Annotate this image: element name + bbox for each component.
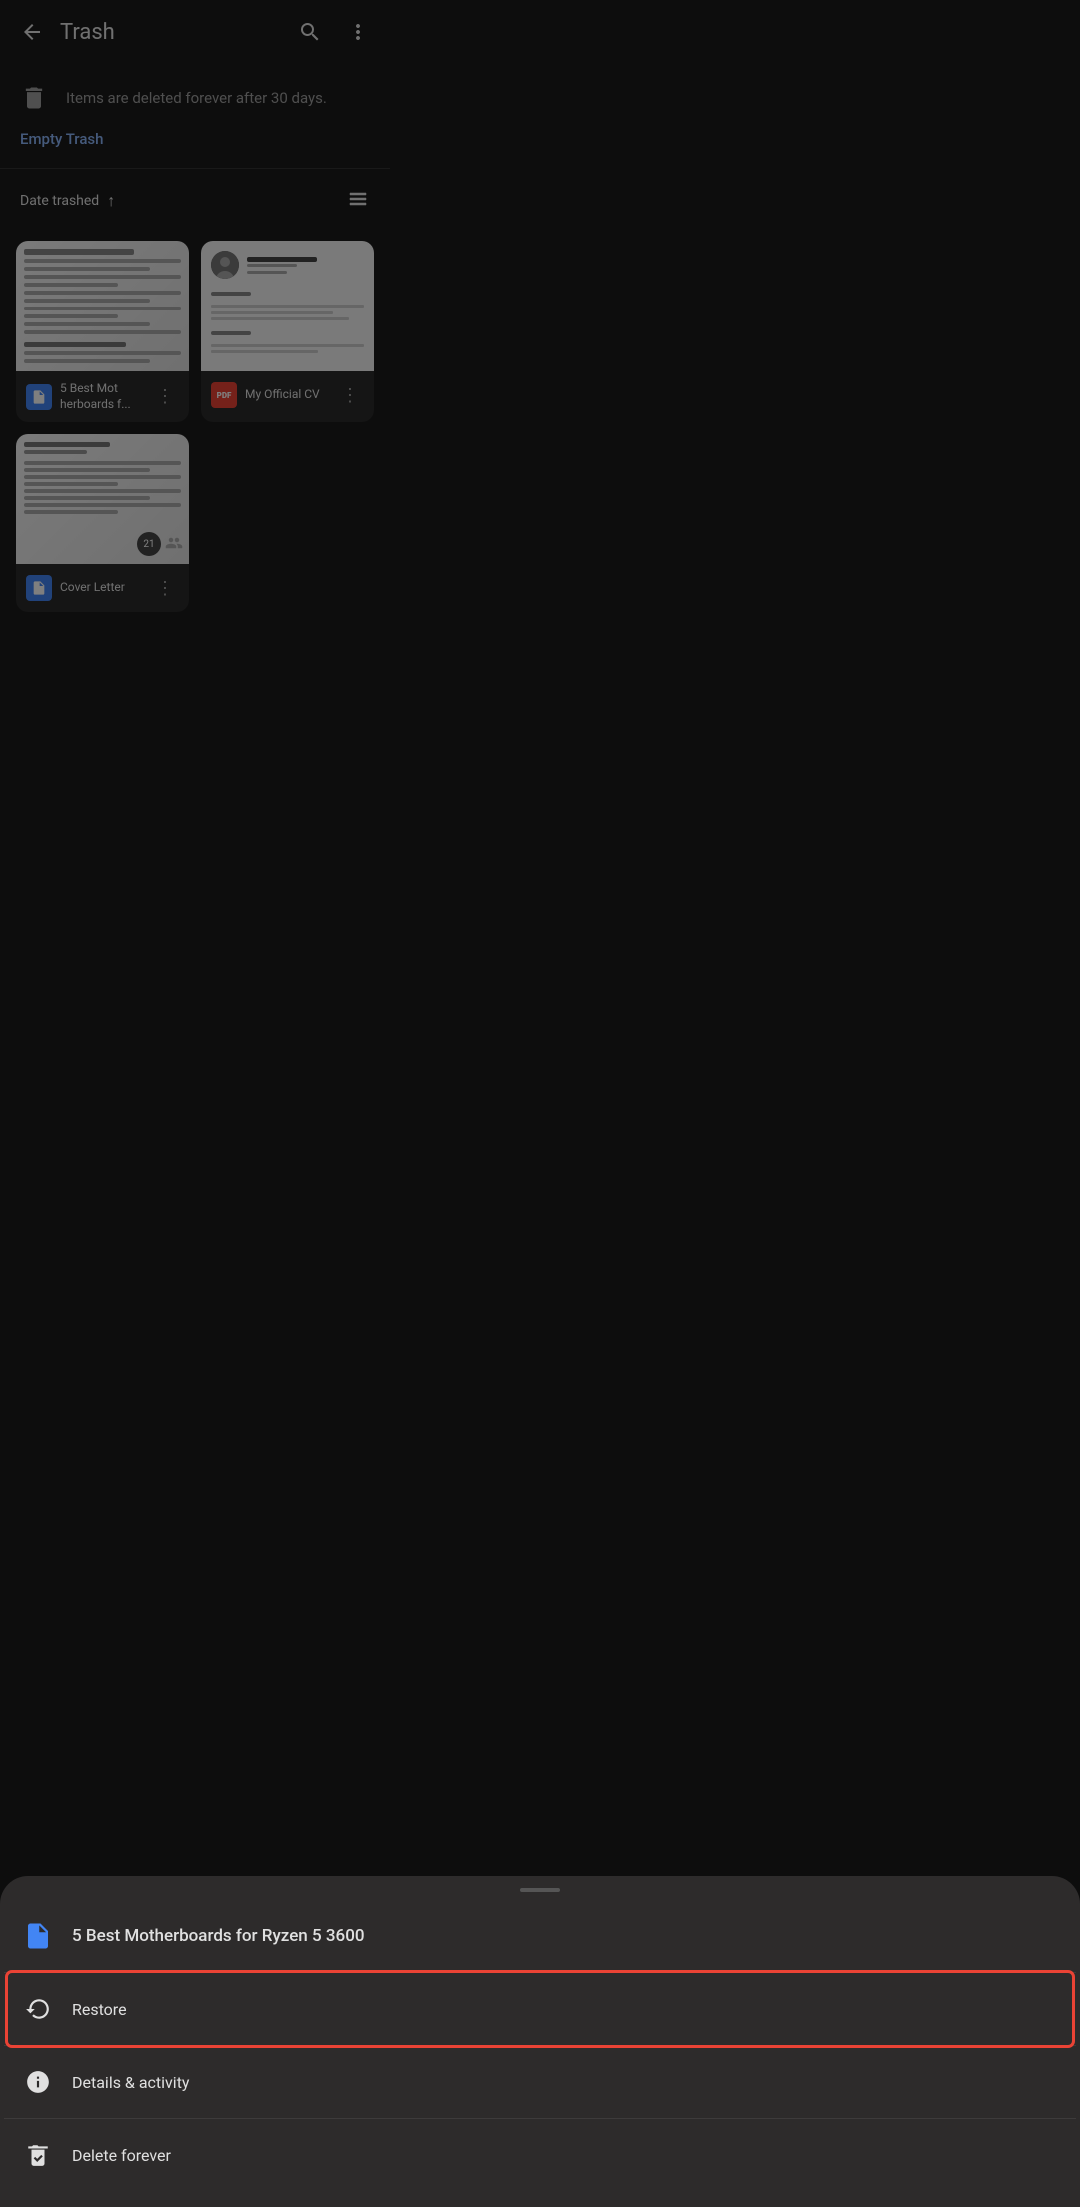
restore-icon — [20, 1991, 56, 2027]
details-button[interactable]: Details & activity — [0, 2046, 1080, 2118]
info-svg — [25, 2069, 51, 2095]
restore-svg — [25, 1996, 51, 2022]
sheet-handle — [520, 1888, 560, 1892]
info-icon — [20, 2064, 56, 2100]
sheet-title-row: 5 Best Motherboards for Ryzen 5 3600 — [0, 1900, 1080, 1972]
delete-forever-icon — [20, 2137, 56, 2173]
sheet-title-text: 5 Best Motherboards for Ryzen 5 3600 — [72, 1926, 365, 1946]
restore-button[interactable]: Restore — [8, 1973, 1072, 2045]
sheet-doc-svg — [23, 1921, 53, 1951]
bottom-sheet: 5 Best Motherboards for Ryzen 5 3600 Res… — [0, 1876, 1080, 2207]
details-label: Details & activity — [72, 2073, 190, 2092]
restore-label: Restore — [72, 2000, 127, 2019]
delete-forever-svg — [25, 2142, 51, 2168]
delete-forever-label: Delete forever — [72, 2146, 171, 2165]
sheet-doc-icon — [20, 1918, 56, 1954]
delete-forever-button[interactable]: Delete forever — [0, 2119, 1080, 2191]
